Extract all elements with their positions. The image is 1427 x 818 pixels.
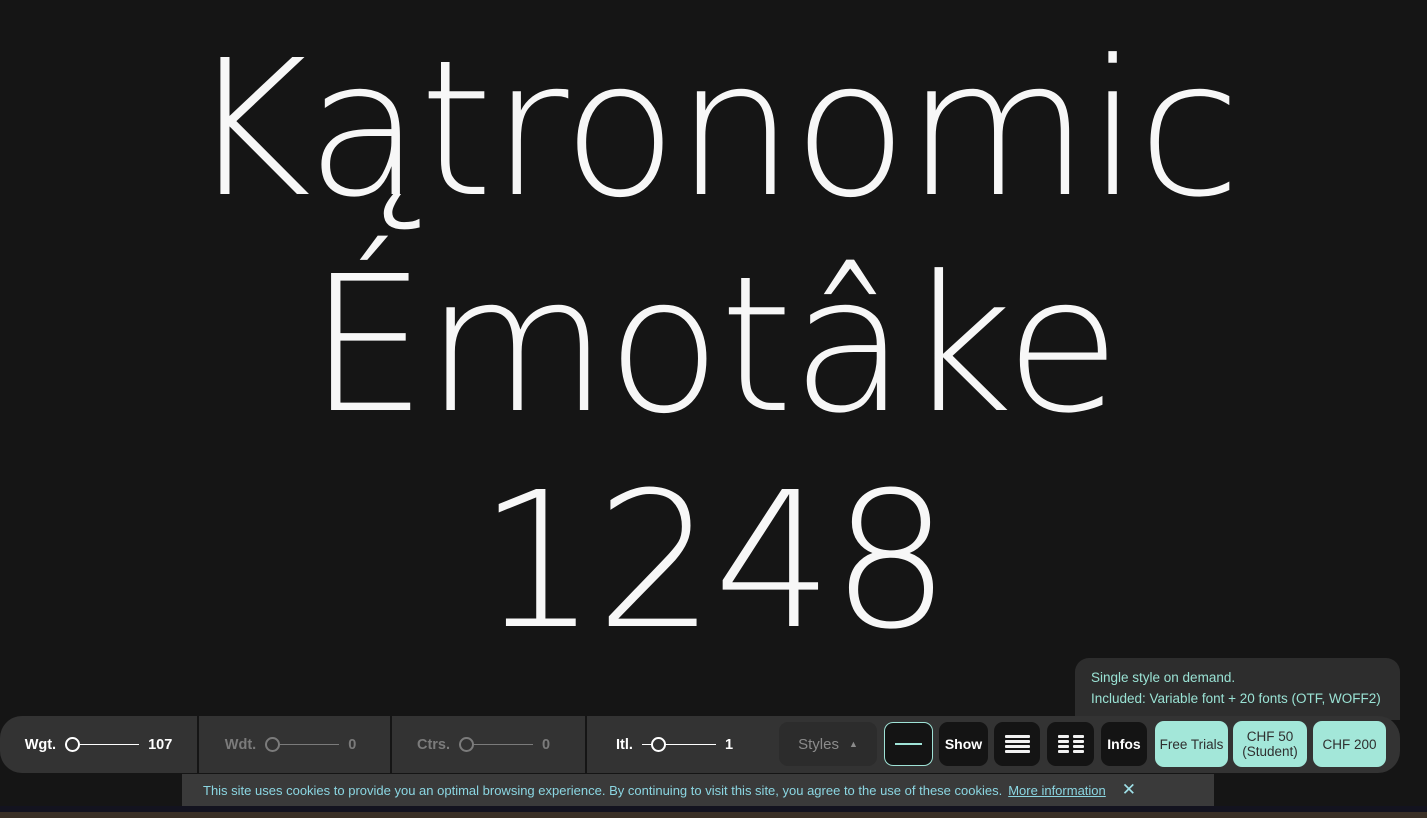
width-slider-group: Wdt. 0 [199,716,390,773]
list-view-button[interactable] [994,722,1040,766]
italic-slider[interactable] [642,737,716,753]
weight-slider-value: 107 [148,737,172,753]
cookie-more-information-link[interactable]: More information [1008,783,1106,798]
next-section-edge [0,812,1427,818]
buy-full-button[interactable]: CHF 200 [1313,721,1386,767]
infos-button-label: Infos [1107,736,1140,752]
column-view-button[interactable] [1047,722,1094,766]
weight-slider-group: Wgt. 107 [0,716,197,773]
italic-slider-label: Itl. [616,737,633,753]
cookie-message: This site uses cookies to provide you an… [203,783,1002,798]
styles-dropdown[interactable]: Styles ▲ [779,722,877,766]
buy-full-price: CHF 200 [1322,737,1376,752]
close-icon[interactable]: ✕ [1122,780,1136,800]
width-slider-label: Wdt. [225,737,256,753]
contrast-slider [459,737,533,753]
infos-button[interactable]: Infos [1101,722,1147,766]
weight-slider[interactable] [65,737,139,753]
pricing-tooltip: Single style on demand. Included: Variab… [1075,658,1400,720]
font-specimen-page: Kątronomic Émotâke 1248 Single style on … [0,0,1427,818]
pricing-tooltip-line-2: Included: Variable font + 20 fonts (OTF,… [1091,688,1400,709]
show-button-label: Show [945,736,982,752]
type-specimen[interactable]: Kątronomic Émotâke 1248 [0,22,1427,670]
width-slider-value: 0 [348,737,364,753]
contrast-slider-label: Ctrs. [417,737,450,753]
styles-dropdown-label: Styles [798,736,839,753]
contrast-slider-value: 0 [542,737,558,753]
buy-student-qualifier: (Student) [1242,744,1298,759]
contrast-slider-handle [459,737,474,752]
buy-student-button[interactable]: CHF 50 (Student) [1233,721,1307,767]
free-trials-button[interactable]: Free Trials [1155,721,1228,767]
buy-student-price: CHF 50 [1247,729,1294,744]
italic-slider-handle[interactable] [651,737,666,752]
list-view-icon [1005,735,1030,753]
pricing-tooltip-line-1: Single style on demand. [1091,667,1400,688]
single-style-button[interactable] [884,722,933,766]
weight-slider-handle[interactable] [65,737,80,752]
cookie-banner: This site uses cookies to provide you an… [182,774,1214,806]
chevron-up-icon: ▲ [849,739,858,749]
show-button[interactable]: Show [939,722,988,766]
specimen-line-3[interactable]: 1248 [0,454,1427,670]
width-slider-handle [265,737,280,752]
font-controls-bar: Wgt. 107 Wdt. 0 Ctrs. 0 [0,716,1400,773]
dash-icon [895,743,922,745]
weight-slider-label: Wgt. [25,737,56,753]
italic-slider-value: 1 [725,737,741,753]
column-view-icon [1058,735,1084,753]
free-trials-label: Free Trials [1160,737,1224,752]
width-slider [265,737,339,753]
contrast-slider-group: Ctrs. 0 [392,716,583,773]
specimen-line-2[interactable]: Émotâke [0,238,1427,454]
italic-slider-group: Itl. 1 [587,716,770,773]
specimen-line-1[interactable]: Kątronomic [0,22,1427,238]
